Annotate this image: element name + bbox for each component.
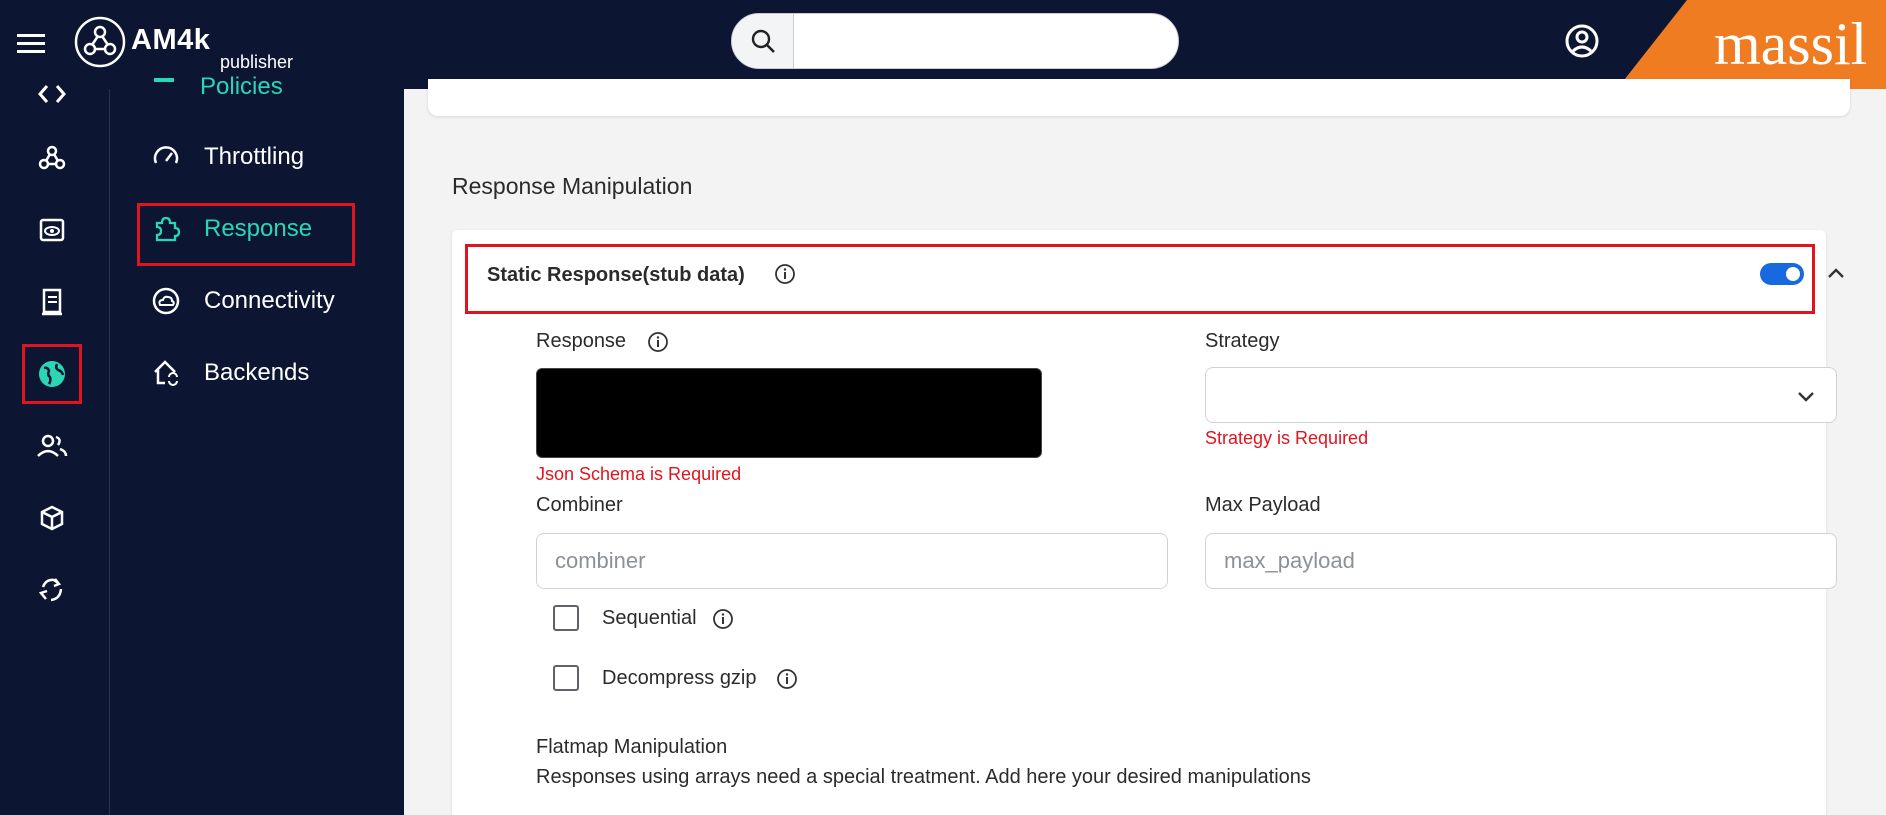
max-payload-label: Max Payload — [1205, 494, 1321, 516]
rail-item-documents[interactable] — [33, 283, 71, 321]
card-header[interactable]: Static Response(stub data) — [465, 244, 1844, 314]
max-payload-input[interactable] — [1205, 533, 1837, 589]
subnav-item-backends[interactable]: Backends — [150, 353, 309, 393]
rail-item-users[interactable] — [33, 427, 71, 465]
chevron-down-icon — [1798, 392, 1814, 402]
icon-rail — [0, 85, 110, 815]
app-name: AM4k — [131, 24, 211, 56]
section-title: Response Manipulation — [452, 173, 693, 199]
eye-window-icon — [39, 218, 65, 242]
previous-card — [428, 79, 1850, 116]
info-icon[interactable] — [712, 608, 734, 630]
chevron-up-icon[interactable] — [1823, 261, 1849, 287]
hamburger-menu-icon[interactable] — [15, 27, 47, 59]
highlight-box-response — [137, 203, 355, 266]
top-bar: AM4k publisher — [0, 0, 1886, 89]
info-icon[interactable] — [647, 331, 669, 353]
response-label: Response — [536, 330, 627, 352]
people-icon — [37, 434, 68, 457]
search-button[interactable] — [732, 14, 794, 68]
flatmap-title: Flatmap Manipulation — [536, 736, 728, 758]
info-icon[interactable] — [776, 668, 798, 690]
search-input[interactable] — [796, 14, 1176, 68]
static-response-card: Static Response(stub data) Response Json… — [452, 230, 1844, 815]
combiner-input[interactable] — [536, 533, 1168, 589]
rail-item-webhooks[interactable] — [33, 139, 71, 177]
policy-icon — [150, 70, 178, 105]
subnav-item-label: Connectivity — [204, 287, 335, 314]
code-icon — [38, 85, 66, 103]
cloud-circle-icon — [150, 285, 182, 317]
search-bar — [731, 13, 1179, 69]
rail-item-packages[interactable] — [33, 499, 71, 537]
subnav-item-connectivity[interactable]: Connectivity — [150, 281, 335, 321]
subnav-item-label: Policies — [200, 73, 283, 100]
sequential-label: Sequential — [602, 607, 697, 629]
webhook-logo-icon — [74, 16, 126, 68]
cube-icon — [40, 505, 64, 531]
house-sync-icon — [150, 357, 182, 389]
strategy-error: Strategy is Required — [1205, 428, 1369, 448]
rail-item-code[interactable] — [33, 75, 71, 113]
brand-logo-text: massil — [1714, 11, 1868, 77]
globe-icon — [39, 361, 65, 387]
strategy-select[interactable] — [1205, 367, 1837, 423]
strategy-label: Strategy — [1205, 330, 1280, 352]
decompress-gzip-checkbox[interactable] — [553, 665, 579, 691]
subnav-item-throttling[interactable]: Throttling — [150, 137, 304, 177]
subnav-item-label: Backends — [204, 359, 310, 386]
subnav-item-policies[interactable]: Policies — [150, 67, 283, 107]
decompress-gzip-label: Decompress gzip — [602, 667, 757, 689]
card-title: Static Response(stub data) — [487, 264, 745, 286]
combiner-label: Combiner — [536, 494, 623, 516]
policies-subnav: Policies Throttling Response Connectivit… — [110, 73, 404, 815]
subnav-item-label: Throttling — [204, 143, 305, 170]
response-textarea[interactable] — [536, 368, 1042, 458]
search-icon — [751, 29, 775, 53]
sequential-checkbox[interactable] — [553, 605, 579, 631]
rail-item-preview[interactable] — [33, 211, 71, 249]
static-response-toggle[interactable] — [1760, 263, 1804, 285]
webhook-icon — [38, 145, 66, 170]
receipt-icon — [42, 288, 62, 316]
main-content: Response Manipulation Static Response(st… — [404, 79, 1886, 815]
response-error: Json Schema is Required — [536, 464, 742, 484]
speedometer-icon — [150, 141, 182, 173]
rail-item-globe[interactable] — [22, 344, 82, 404]
account-circle-icon[interactable] — [1564, 23, 1600, 59]
flatmap-description: Responses using arrays need a special tr… — [536, 766, 1311, 788]
recycle-icon — [38, 578, 63, 602]
rail-item-sync[interactable] — [33, 571, 71, 609]
info-icon[interactable] — [774, 263, 796, 285]
